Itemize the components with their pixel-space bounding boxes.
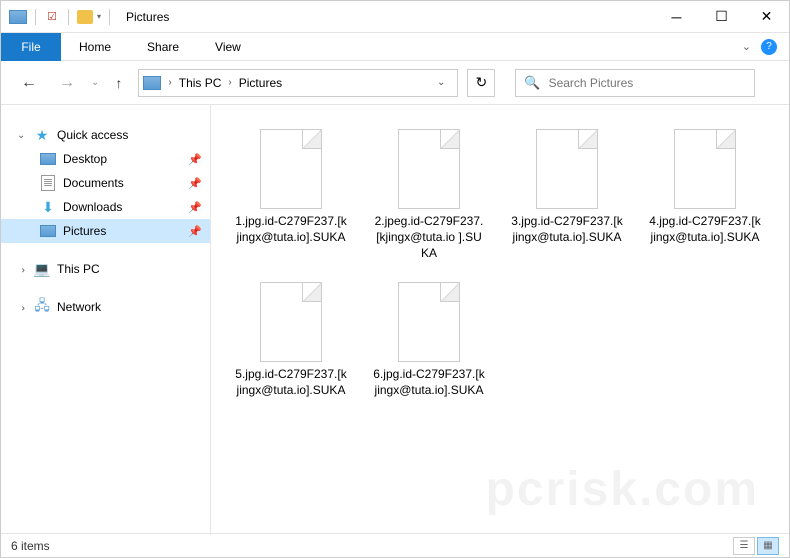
location-icon bbox=[143, 76, 161, 90]
pictures-icon bbox=[40, 225, 56, 237]
forward-button[interactable]: → bbox=[53, 70, 81, 96]
help-icon[interactable]: ? bbox=[761, 39, 777, 55]
network-icon: 🖧 bbox=[33, 299, 51, 315]
file-name: 4.jpg.id-C279F237.[kjingx@tuta.io].SUKA bbox=[649, 213, 761, 245]
file-list[interactable]: 1.jpg.id-C279F237.[kjingx@tuta.io].SUKA 2… bbox=[211, 105, 789, 535]
pin-icon: 📌 bbox=[188, 225, 202, 238]
chevron-right-icon[interactable]: › bbox=[165, 77, 174, 88]
downloads-icon: ⬇ bbox=[39, 199, 57, 215]
nav-label: Documents bbox=[63, 176, 124, 190]
history-dropdown-icon[interactable]: ⌄ bbox=[91, 77, 99, 88]
file-name: 2.jpeg.id-C279F237.[kjingx@tuta.io ].SUK… bbox=[373, 213, 485, 262]
ribbon-collapse-icon[interactable]: ⌄ bbox=[742, 40, 751, 53]
qat-properties-icon[interactable]: ☑ bbox=[44, 9, 60, 25]
back-button[interactable]: ← bbox=[15, 70, 43, 96]
file-item[interactable]: 5.jpg.id-C279F237.[kjingx@tuta.io].SUKA bbox=[235, 282, 347, 398]
breadcrumb-thispc[interactable]: This PC bbox=[179, 76, 222, 90]
qat-dropdown-icon[interactable]: ▾ bbox=[97, 12, 101, 21]
chevron-right-icon[interactable]: › bbox=[225, 77, 234, 88]
item-count: 6 items bbox=[11, 539, 50, 553]
nav-quick-access[interactable]: ⌄ ★ Quick access bbox=[1, 123, 210, 147]
chevron-down-icon[interactable]: ⌄ bbox=[17, 130, 27, 141]
close-button[interactable]: ✕ bbox=[744, 1, 789, 33]
chevron-right-icon[interactable]: ⌄ bbox=[17, 264, 28, 274]
file-item[interactable]: 3.jpg.id-C279F237.[kjingx@tuta.io].SUKA bbox=[511, 129, 623, 262]
tab-view[interactable]: View bbox=[197, 33, 259, 61]
tab-home[interactable]: Home bbox=[61, 33, 129, 61]
file-name: 6.jpg.id-C279F237.[kjingx@tuta.io].SUKA bbox=[373, 366, 485, 398]
file-name: 3.jpg.id-C279F237.[kjingx@tuta.io].SUKA bbox=[511, 213, 623, 245]
nav-label: This PC bbox=[57, 262, 100, 276]
pin-icon: 📌 bbox=[188, 153, 202, 166]
file-icon bbox=[260, 129, 322, 209]
app-icon bbox=[9, 10, 27, 24]
title-bar: ☑ ▾ Pictures ─ ☐ ✕ bbox=[1, 1, 789, 33]
file-item[interactable]: 4.jpg.id-C279F237.[kjingx@tuta.io].SUKA bbox=[649, 129, 761, 262]
tab-share[interactable]: Share bbox=[129, 33, 197, 61]
window-title: Pictures bbox=[126, 10, 169, 24]
qat-folder-icon[interactable] bbox=[77, 10, 93, 24]
pin-icon: 📌 bbox=[188, 201, 202, 214]
file-item[interactable]: 1.jpg.id-C279F237.[kjingx@tuta.io].SUKA bbox=[235, 129, 347, 262]
file-menu[interactable]: File bbox=[1, 33, 61, 61]
documents-icon bbox=[41, 175, 55, 191]
file-name: 5.jpg.id-C279F237.[kjingx@tuta.io].SUKA bbox=[235, 366, 347, 398]
minimize-button[interactable]: ─ bbox=[654, 1, 699, 33]
nav-documents[interactable]: Documents 📌 bbox=[1, 171, 210, 195]
file-name: 1.jpg.id-C279F237.[kjingx@tuta.io].SUKA bbox=[235, 213, 347, 245]
search-box[interactable]: 🔍 bbox=[515, 69, 755, 97]
navigation-pane: ⌄ ★ Quick access Desktop 📌 Documents 📌 ⬇… bbox=[1, 105, 211, 535]
file-item[interactable]: 6.jpg.id-C279F237.[kjingx@tuta.io].SUKA bbox=[373, 282, 485, 398]
maximize-button[interactable]: ☐ bbox=[699, 1, 744, 33]
icons-view-button[interactable]: ▦ bbox=[757, 537, 779, 555]
nav-label: Downloads bbox=[63, 200, 122, 214]
star-icon: ★ bbox=[33, 127, 51, 143]
breadcrumb[interactable]: › This PC › Pictures ⌄ bbox=[138, 69, 458, 97]
status-bar: 6 items ☰ ▦ bbox=[1, 533, 789, 557]
details-view-button[interactable]: ☰ bbox=[733, 537, 755, 555]
address-bar: ← → ⌄ ↑ › This PC › Pictures ⌄ ↻ 🔍 bbox=[1, 61, 789, 105]
nav-desktop[interactable]: Desktop 📌 bbox=[1, 147, 210, 171]
pc-icon: 💻 bbox=[33, 261, 51, 277]
breadcrumb-pictures[interactable]: Pictures bbox=[239, 76, 282, 90]
nav-label: Network bbox=[57, 300, 101, 314]
desktop-icon bbox=[40, 153, 56, 165]
nav-this-pc[interactable]: ⌄ 💻 This PC bbox=[1, 257, 210, 281]
up-button[interactable]: ↑ bbox=[109, 75, 128, 91]
file-icon bbox=[398, 129, 460, 209]
nav-label: Pictures bbox=[63, 224, 106, 238]
nav-label: Desktop bbox=[63, 152, 107, 166]
chevron-right-icon[interactable]: ⌄ bbox=[17, 302, 28, 312]
file-icon bbox=[536, 129, 598, 209]
nav-network[interactable]: ⌄ 🖧 Network bbox=[1, 295, 210, 319]
search-icon: 🔍 bbox=[524, 75, 540, 91]
file-icon bbox=[398, 282, 460, 362]
pin-icon: 📌 bbox=[188, 177, 202, 190]
refresh-button[interactable]: ↻ bbox=[467, 69, 495, 97]
nav-pictures[interactable]: Pictures 📌 bbox=[1, 219, 210, 243]
breadcrumb-dropdown-icon[interactable]: ⌄ bbox=[429, 77, 453, 88]
file-icon bbox=[674, 129, 736, 209]
ribbon: File Home Share View ⌄ ? bbox=[1, 33, 789, 61]
nav-label: Quick access bbox=[57, 128, 128, 142]
file-icon bbox=[260, 282, 322, 362]
file-item[interactable]: 2.jpeg.id-C279F237.[kjingx@tuta.io ].SUK… bbox=[373, 129, 485, 262]
nav-downloads[interactable]: ⬇ Downloads 📌 bbox=[1, 195, 210, 219]
search-input[interactable] bbox=[549, 76, 747, 90]
